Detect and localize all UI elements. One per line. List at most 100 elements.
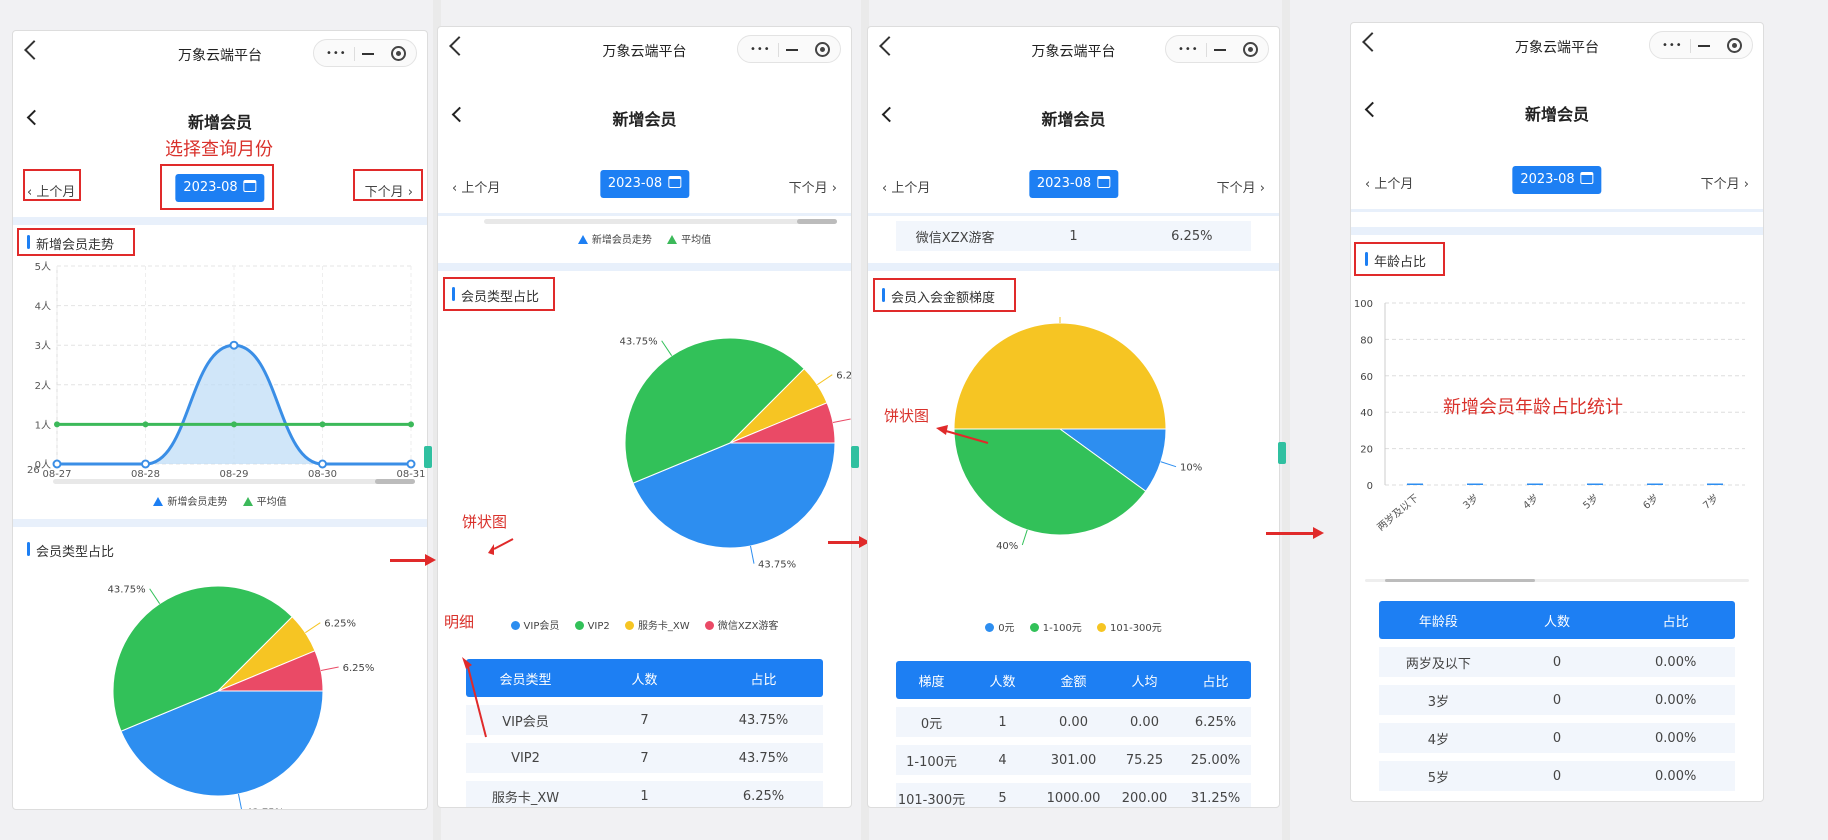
chart-scrollbar[interactable] — [53, 479, 415, 484]
average-point — [54, 421, 60, 428]
legend-trend[interactable]: 新增会员走势 — [577, 235, 652, 246]
pie-leader-line — [320, 666, 339, 672]
average-point — [142, 421, 149, 428]
page-title: 新增会员 — [1041, 110, 1106, 129]
member-type-pie-chart: 43.75%43.75%6.25%6.25% — [620, 337, 851, 571]
legend-average[interactable]: 平均值 — [667, 235, 711, 246]
member-type-legend: VIP会员 VIP2 服务卡_XW 微信XZX游客 — [438, 617, 851, 632]
legend-1-100[interactable]: 1-100元 — [1029, 623, 1082, 634]
mini-program-topbar: 万象云端平台 ••• — [1351, 23, 1763, 67]
amount-tier-pie-chart: 10%40%50% — [953, 317, 1202, 552]
more-icon[interactable]: ••• — [1662, 41, 1683, 51]
x-tick-label: 7岁 — [1700, 491, 1721, 511]
more-icon[interactable]: ••• — [750, 45, 771, 55]
calendar-icon — [668, 176, 682, 188]
minimize-icon[interactable] — [362, 53, 374, 55]
close-circle-icon[interactable] — [1727, 38, 1742, 53]
chart-scrollbar[interactable] — [1365, 579, 1749, 582]
page-header: 新增会员 — [1351, 96, 1763, 126]
annotation-pie: 饼状图 — [462, 513, 508, 531]
pie-slice — [953, 322, 1167, 430]
table-row: 101-300元 5 1000.00 200.00 31.25% — [896, 783, 1251, 807]
date-picker-button[interactable]: 2023-08 — [1028, 170, 1119, 198]
y-tick-label: 3人 — [35, 340, 51, 352]
member-type-table-tail: 微信XZX游客 1 6.25% — [896, 213, 1251, 251]
more-icon[interactable]: ••• — [1178, 45, 1199, 55]
phone-panel-trend: 万象云端平台 ••• 新增会员 选择查询月份 ‹ 上个月 2023-08 下个月… — [12, 30, 428, 810]
trend-point — [229, 340, 239, 350]
pie-data-label: 40% — [996, 541, 1018, 552]
minimize-icon[interactable] — [1698, 45, 1710, 47]
annotation-detail: 明细 — [444, 613, 475, 631]
legend-vip2[interactable]: VIP2 — [574, 621, 610, 632]
next-month-button[interactable]: 下个月 › — [789, 177, 837, 196]
age-bar — [1647, 483, 1663, 485]
next-month-button[interactable]: 下个月 › — [1701, 173, 1749, 192]
table-row: 4岁 0 0.00% — [1379, 723, 1735, 753]
legend-average[interactable]: 平均值 — [242, 497, 287, 508]
table-header: 梯度 人数 金额 人均 占比 — [896, 661, 1251, 699]
table-header: 年龄段 人数 占比 — [1379, 601, 1735, 639]
annotation-box — [353, 169, 423, 201]
table-row: 0元 1 0.00 0.00 6.25% — [896, 707, 1251, 737]
more-icon[interactable]: ••• — [326, 49, 347, 59]
prev-month-button[interactable]: ‹ 上个月 — [882, 177, 930, 196]
age-table: 年龄段 人数 占比 两岁及以下 0 0.00% 3岁 0 0.00% 4岁 0 0.00% 5岁… — [1379, 601, 1735, 791]
pie-leader-line — [749, 545, 755, 564]
legend-vip[interactable]: VIP会员 — [510, 621, 559, 632]
legend-wechat-guest[interactable]: 微信XZX游客 — [704, 621, 778, 632]
x-tick-label: 4岁 — [1520, 491, 1541, 511]
close-circle-icon[interactable] — [391, 46, 406, 61]
trend-point — [406, 459, 416, 469]
table-row: 服务卡_XW 1 6.25% — [466, 781, 823, 807]
amount-tier-legend: 0元 1-100元 101-300元 — [868, 619, 1279, 634]
prev-month-button[interactable]: ‹ 上个月 — [452, 177, 500, 196]
month-selector: ‹ 上个月 2023-08 下个月 › — [1351, 163, 1763, 197]
x-tick-label: 5岁 — [1580, 491, 1601, 511]
gap-stripe — [1282, 0, 1290, 840]
next-month-button[interactable]: 下个月 › — [1217, 177, 1265, 196]
y-tick-label: 4人 — [35, 301, 51, 313]
trend-legend: 新增会员走势 平均值 — [438, 231, 851, 246]
pie-data-label: 10% — [1180, 463, 1202, 474]
prev-month-button[interactable]: ‹ 上个月 — [1365, 173, 1413, 192]
drag-handle[interactable] — [424, 446, 432, 468]
minimize-icon[interactable] — [786, 49, 798, 51]
annotation-box — [17, 228, 135, 256]
chart-scrollbar[interactable] — [484, 219, 837, 224]
page-header: 新增会员 — [13, 104, 427, 134]
close-circle-icon[interactable] — [1243, 42, 1258, 57]
pie-leader-line — [832, 418, 851, 424]
x-tick-label: 3岁 — [1460, 491, 1481, 511]
annotation-box — [1354, 242, 1445, 276]
member-type-table: 会员类型 人数 占比 VIP会员 7 43.75% VIP2 7 43.75% 服务卡_XW… — [466, 659, 823, 807]
annotation-box — [443, 277, 555, 311]
table-row: 两岁及以下 0 0.00% — [1379, 647, 1735, 677]
month-selector: ‹ 上个月 2023-08 下个月 › — [868, 167, 1279, 201]
flow-arrow — [1266, 527, 1324, 539]
amount-tier-table: 梯度 人数 金额 人均 占比 0元 1 0.00 0.00 6.25% 1-100元 4 301.0… — [896, 661, 1251, 807]
y-tick-label: 0 — [1367, 481, 1373, 492]
trend-point — [141, 459, 150, 469]
legend-101-300[interactable]: 101-300元 — [1097, 623, 1162, 634]
page-title: 新增会员 — [187, 113, 252, 132]
drag-handle[interactable] — [851, 446, 859, 468]
legend-zero[interactable]: 0元 — [985, 623, 1015, 634]
drag-handle[interactable] — [1278, 442, 1286, 464]
minimize-icon[interactable] — [1214, 49, 1226, 51]
age-bar — [1467, 483, 1483, 485]
legend-service-card[interactable]: 服务卡_XW — [624, 621, 690, 632]
date-picker-button[interactable]: 2023-08 — [599, 170, 690, 198]
annotation-box — [160, 164, 274, 210]
trend-legend: 新增会员走势 平均值 — [13, 493, 427, 508]
annotation-box — [23, 169, 81, 201]
y-tick-label: 2人 — [35, 380, 51, 392]
pie-leader-line — [817, 374, 833, 386]
close-circle-icon[interactable] — [815, 42, 830, 57]
date-picker-button[interactable]: 2023-08 — [1512, 166, 1602, 194]
annotation-select-month: 选择查询月份 — [165, 139, 273, 160]
legend-trend[interactable]: 新增会员走势 — [153, 497, 227, 508]
age-bar — [1527, 483, 1543, 485]
capsule-menu: ••• — [1165, 35, 1269, 63]
y-tick-label: 1人 — [35, 419, 51, 431]
